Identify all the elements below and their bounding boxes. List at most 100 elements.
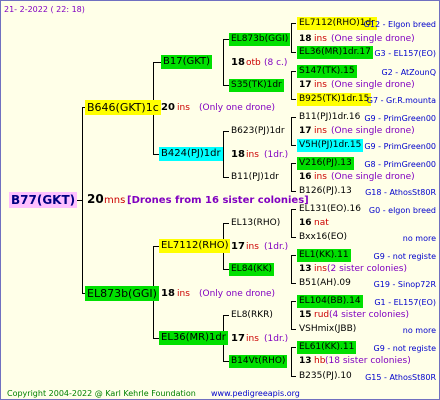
report-date: 21- 2-2022 ( 22: 18) (4, 5, 85, 14)
g2-count-2: 18 (231, 149, 245, 160)
g4-queen-5[interactable]: B11(PJ)1dr.16 (297, 111, 362, 124)
g4-queen-6[interactable]: V5H(PJ)1dr.15 (297, 139, 364, 152)
g3-note-6: (2 sister colonies) (327, 264, 408, 274)
connector-line (291, 163, 296, 164)
g4-colony-id-11: G9 - not registe (373, 252, 436, 261)
g4-queen-9[interactable]: EL131(EO).16 (297, 203, 363, 216)
g4-queen-15[interactable]: EL61(KK).11 (297, 341, 357, 354)
connector-line (291, 209, 292, 237)
g4-queen-7[interactable]: V216(PJ).13 (297, 157, 354, 170)
connector-line (291, 255, 296, 256)
dam-count: 18 (161, 288, 175, 299)
g2-count-1: 18 (231, 57, 245, 68)
g4-colony-id-4: G7 - Gr.R.mounta (366, 96, 436, 105)
g3-unit-2: ins (314, 80, 327, 90)
connector-line (291, 301, 296, 302)
g3-unit-3: ins (314, 126, 327, 136)
g3-queen-7[interactable]: EL8(RKR) (229, 309, 275, 322)
g3-queen-6[interactable]: EL84(KK) (229, 263, 274, 276)
g3-unit-8: hb (314, 356, 326, 366)
g4-queen-8[interactable]: B126(PJ).13 (297, 185, 354, 198)
g3-queen-8[interactable]: B14Vt(RHO) (229, 355, 288, 368)
g4-colony-id-1: G12 - Elgon breed (363, 20, 436, 29)
g4-colony-id-12: G19 - Sinop72R (373, 280, 436, 289)
g3-queen-4[interactable]: B11(PJ)1dr (229, 171, 281, 184)
g2-note-3: (1dr.) (264, 242, 289, 252)
g4-colony-id-8: G18 - AthosSt80R (365, 188, 436, 197)
connector-line (291, 23, 292, 52)
g3-count-7: 15 (299, 310, 312, 320)
copyright-text: Copyright 2004-2022 @ Karl Kehrle Founda… (7, 389, 196, 398)
g2-unit-2: ins (246, 150, 259, 160)
connector-line (291, 283, 296, 284)
g2-note-2: (1dr.) (264, 150, 289, 160)
connector-line (291, 117, 292, 145)
g2-unit-3: ins (246, 242, 259, 252)
pedigree-frame: { "header": { "date": "21- 2-2022 ( 22: … (0, 0, 440, 400)
connector-line (291, 237, 296, 238)
dam-queen[interactable]: EL873b(GGI) (85, 286, 159, 301)
connector-line (223, 131, 224, 177)
g3-count-2: 17 (299, 80, 312, 90)
connector-line (291, 23, 296, 24)
g4-queen-14[interactable]: VSHmix(JBB) (297, 323, 358, 336)
g2-queen-1[interactable]: B17(GKT) (161, 55, 213, 69)
g4-queen-11[interactable]: EL1(KK).11 (297, 249, 351, 262)
connector-line (291, 71, 292, 99)
connector-line (291, 52, 296, 53)
dam-drone-note: (Only one drone) (199, 289, 276, 299)
g4-colony-id-3: G2 - AtZounQ (381, 68, 436, 77)
g2-queen-3[interactable]: EL7112(RHO) (159, 239, 231, 253)
g4-colony-id-2: G3 - EL157(EO) (374, 49, 436, 58)
connector-line (291, 99, 296, 100)
connector-line (291, 347, 292, 376)
root-queen[interactable]: B77(GKT) (9, 192, 78, 208)
g3-unit-5: nat (314, 218, 329, 228)
connector-line (291, 145, 296, 146)
g2-queen-2[interactable]: B424(PJ)1dr (159, 147, 223, 161)
connector-line (291, 347, 296, 348)
g2-note-4: (1dr.) (264, 334, 289, 344)
g3-count-4: 16 (299, 172, 312, 182)
g3-count-6: 13 (299, 264, 312, 274)
connector-line (223, 39, 224, 85)
g3-queen-1[interactable]: EL873b(GGI) (229, 33, 291, 46)
g4-queen-12[interactable]: B51(AH).09 (297, 277, 353, 290)
g4-colony-id-5: G9 - PrimGreen00 (364, 114, 436, 123)
g3-queen-5[interactable]: EL13(RHO) (229, 217, 282, 230)
g3-queen-3[interactable]: B623(PJ)1dr (229, 125, 287, 138)
g2-unit-4: ins (246, 334, 259, 344)
connector-line (153, 62, 161, 63)
g3-queen-2[interactable]: S35(TK)1dr (229, 79, 284, 92)
g4-queen-10[interactable]: Bxx16(EO) (297, 231, 349, 244)
g4-queen-2[interactable]: EL36(MR)1dr.17 (297, 46, 373, 59)
g4-colony-id-16: G15 - AthosSt80R (365, 373, 436, 382)
g2-queen-4[interactable]: EL36(MR)1dr (159, 331, 228, 345)
g3-unit-6: ins (314, 264, 327, 274)
g3-note-2: (One single drone) (331, 80, 415, 90)
sire-unit: ins (177, 103, 190, 113)
connector-line (291, 163, 292, 191)
g2-note-1: (8 c.) (264, 58, 288, 68)
g4-queen-13[interactable]: EL104(BB).14 (297, 295, 363, 308)
g4-queen-4[interactable]: B925(TK)1dr.15 (297, 93, 372, 106)
g4-colony-id-14: no more (402, 326, 436, 335)
g2-unit-1: otb (246, 58, 261, 68)
g3-note-8: (18 sister colonies) (325, 356, 411, 366)
sire-count: 20 (161, 102, 175, 113)
g3-count-3: 17 (299, 126, 312, 136)
g4-queen-3[interactable]: S147(TK).15 (297, 65, 357, 78)
sire-queen[interactable]: B646(GKT)1c (85, 100, 161, 115)
g4-colony-id-15: G9 - not registe (373, 344, 436, 353)
g4-colony-id-9: G0 - elgon breed (368, 206, 436, 215)
g3-unit-1: ins (314, 34, 327, 44)
g3-note-7: (4 sister colonies) (329, 310, 410, 320)
g3-count-8: 13 (299, 356, 312, 366)
website-link[interactable]: www.pedigreeapis.org (211, 387, 300, 399)
g4-queen-16[interactable]: B235(PJ).10 (297, 370, 354, 383)
root-count: 20 (87, 192, 104, 206)
connector-line (291, 329, 296, 330)
g3-count-1: 18 (299, 34, 312, 44)
g2-count-4: 17 (231, 333, 245, 344)
connector-line (291, 255, 292, 283)
